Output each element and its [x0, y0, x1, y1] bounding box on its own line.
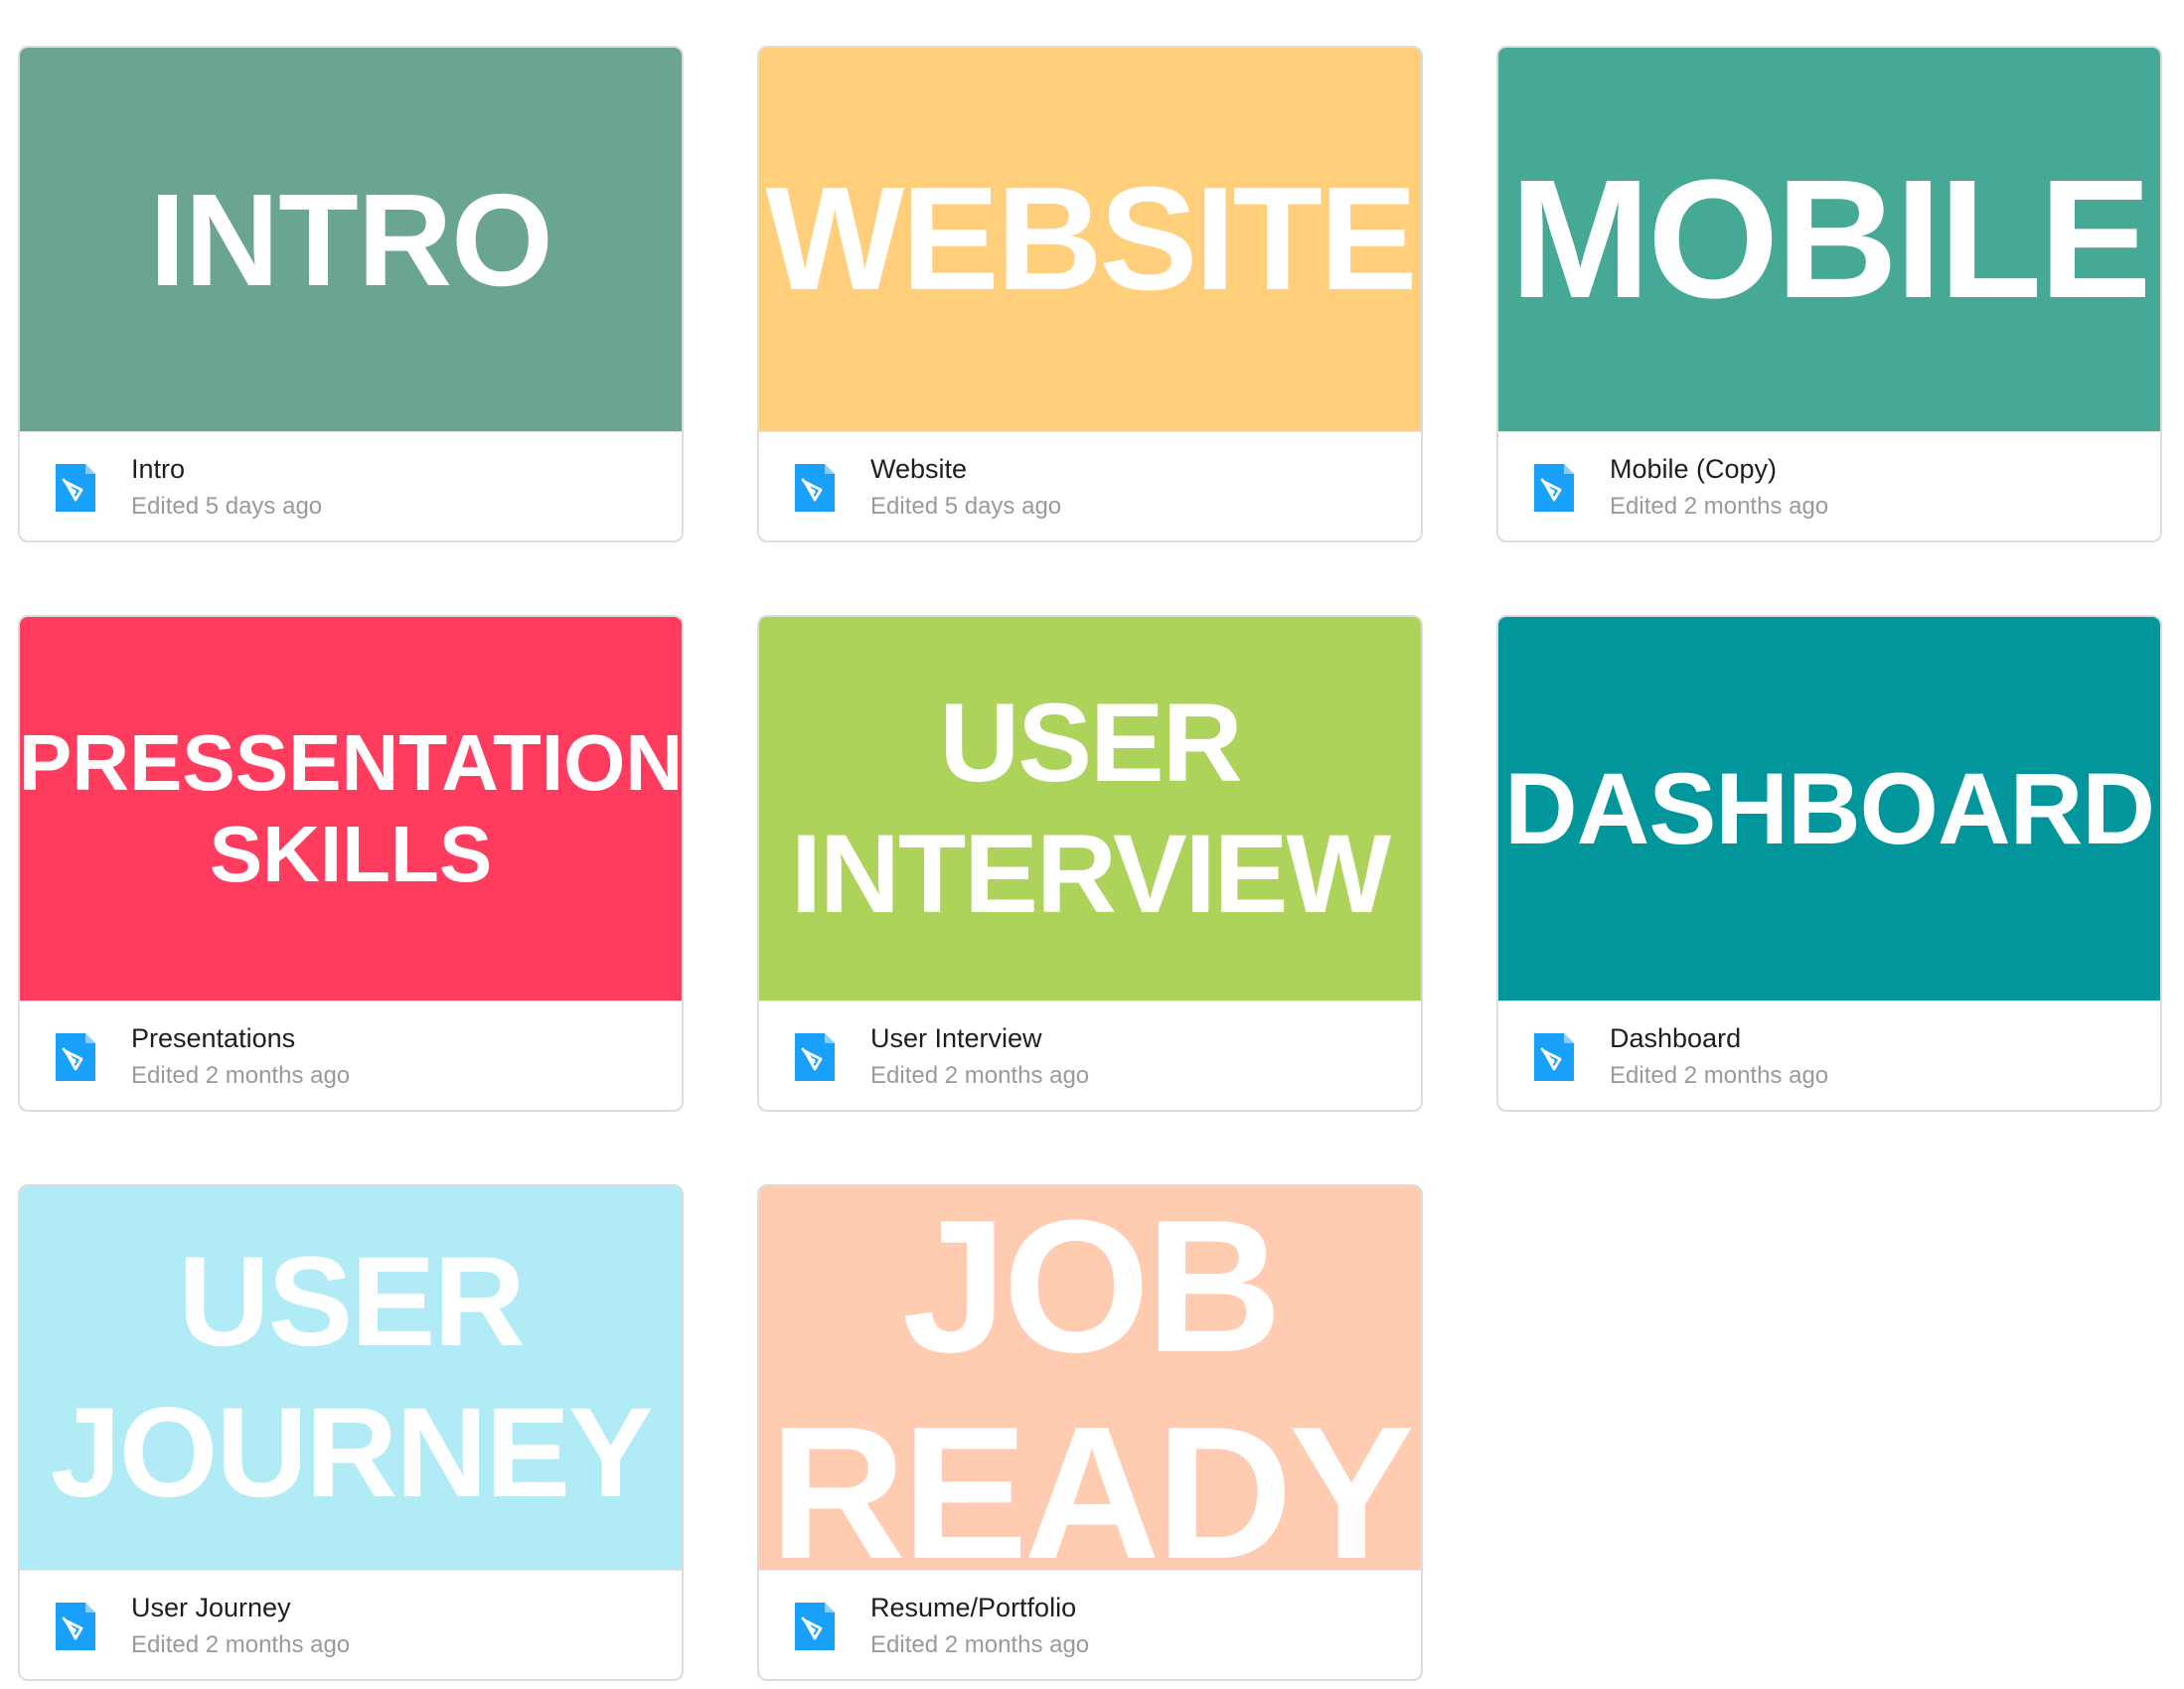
file-thumbnail[interactable]: MOBILE: [1498, 48, 2160, 431]
file-meta: Resume/Portfolio Edited 2 months ago: [870, 1590, 1089, 1663]
thumbnail-title: PRESSENTATION SKILLS: [20, 718, 682, 898]
file-info: Website Edited 5 days ago: [759, 431, 1421, 540]
file-card-mobile-copy[interactable]: MOBILE Mobile (Copy) Edited 2 months ago: [1496, 46, 2162, 542]
file-name: Intro: [131, 453, 186, 484]
thumbnail-title: JOB READY: [769, 1186, 1414, 1570]
file-edited-time: Edited 2 months ago: [1610, 492, 1829, 520]
file-name: User Journey: [131, 1592, 291, 1622]
file-name: Presentations: [131, 1022, 296, 1053]
file-card-website[interactable]: WEBSITE Website Edited 5 days ago: [757, 46, 1423, 542]
file-info: Intro Edited 5 days ago: [20, 431, 682, 540]
file-card-dashboard[interactable]: DASHBOARD Dashboard Edited 2 months ago: [1496, 615, 2162, 1112]
thumbnail-title: USER JOURNEY: [50, 1231, 654, 1524]
file-edited-time: Edited 2 months ago: [131, 1630, 351, 1658]
file-edited-time: Edited 2 months ago: [1610, 1061, 1829, 1089]
file-info: Resume/Portfolio Edited 2 months ago: [759, 1570, 1421, 1679]
file-info: Mobile (Copy) Edited 2 months ago: [1498, 431, 2160, 540]
file-card-intro[interactable]: INTRO Intro Edited 5 days ago: [18, 46, 684, 542]
thumbnail-title: WEBSITE: [765, 157, 1417, 321]
file-meta: Presentations Edited 2 months ago: [131, 1020, 350, 1094]
thumbnail-title: DASHBOARD: [1504, 751, 2155, 865]
file-info: Presentations Edited 2 months ago: [20, 1000, 682, 1110]
file-edited-time: Edited 2 months ago: [870, 1061, 1090, 1089]
file-thumbnail[interactable]: DASHBOARD: [1498, 617, 2160, 1000]
file-edited-time: Edited 5 days ago: [131, 492, 323, 520]
file-name: User Interview: [870, 1022, 1042, 1053]
file-thumbnail[interactable]: WEBSITE: [759, 48, 1421, 431]
file-info: User Interview Edited 2 months ago: [759, 1000, 1421, 1110]
file-edited-time: Edited 2 months ago: [870, 1630, 1090, 1658]
file-meta: Dashboard Edited 2 months ago: [1610, 1020, 1828, 1094]
file-meta: Mobile (Copy) Edited 2 months ago: [1610, 451, 1828, 525]
file-info: User Journey Edited 2 months ago: [20, 1570, 682, 1679]
file-info: Dashboard Edited 2 months ago: [1498, 1000, 2160, 1110]
figma-file-icon: [56, 1032, 95, 1081]
file-card-user-interview[interactable]: USER INTERVIEW User Interview Edited 2 m…: [757, 615, 1423, 1112]
thumbnail-title: INTRO: [149, 166, 553, 313]
file-card-presentations[interactable]: PRESSENTATION SKILLS Presentations Edite…: [18, 615, 684, 1112]
file-name: Resume/Portfolio: [870, 1592, 1077, 1622]
file-meta: Intro Edited 5 days ago: [131, 451, 322, 525]
file-thumbnail[interactable]: USER JOURNEY: [20, 1186, 682, 1570]
figma-file-icon: [56, 1602, 95, 1650]
figma-file-icon: [1534, 463, 1574, 512]
file-name: Mobile (Copy): [1610, 453, 1778, 484]
file-grid: INTRO Intro Edited 5 days ago WEBSITE We…: [18, 46, 2162, 1681]
thumbnail-title: MOBILE: [1509, 145, 2151, 334]
file-thumbnail[interactable]: PRESSENTATION SKILLS: [20, 617, 682, 1000]
file-meta: Website Edited 5 days ago: [870, 451, 1061, 525]
figma-file-icon: [1534, 1032, 1574, 1081]
file-edited-time: Edited 2 months ago: [131, 1061, 351, 1089]
file-thumbnail[interactable]: JOB READY: [759, 1186, 1421, 1570]
figma-file-icon: [795, 1602, 835, 1650]
figma-file-icon: [795, 463, 835, 512]
file-name: Dashboard: [1610, 1022, 1742, 1053]
file-card-user-journey[interactable]: USER JOURNEY User Journey Edited 2 month…: [18, 1184, 684, 1681]
figma-file-icon: [795, 1032, 835, 1081]
file-meta: User Journey Edited 2 months ago: [131, 1590, 350, 1663]
thumbnail-title: USER INTERVIEW: [790, 681, 1391, 936]
file-name: Website: [870, 453, 968, 484]
figma-file-icon: [56, 463, 95, 512]
file-thumbnail[interactable]: INTRO: [20, 48, 682, 431]
file-thumbnail[interactable]: USER INTERVIEW: [759, 617, 1421, 1000]
file-card-resume-portfolio[interactable]: JOB READY Resume/Portfolio Edited 2 mont…: [757, 1184, 1423, 1681]
file-meta: User Interview Edited 2 months ago: [870, 1020, 1089, 1094]
file-edited-time: Edited 5 days ago: [870, 492, 1062, 520]
